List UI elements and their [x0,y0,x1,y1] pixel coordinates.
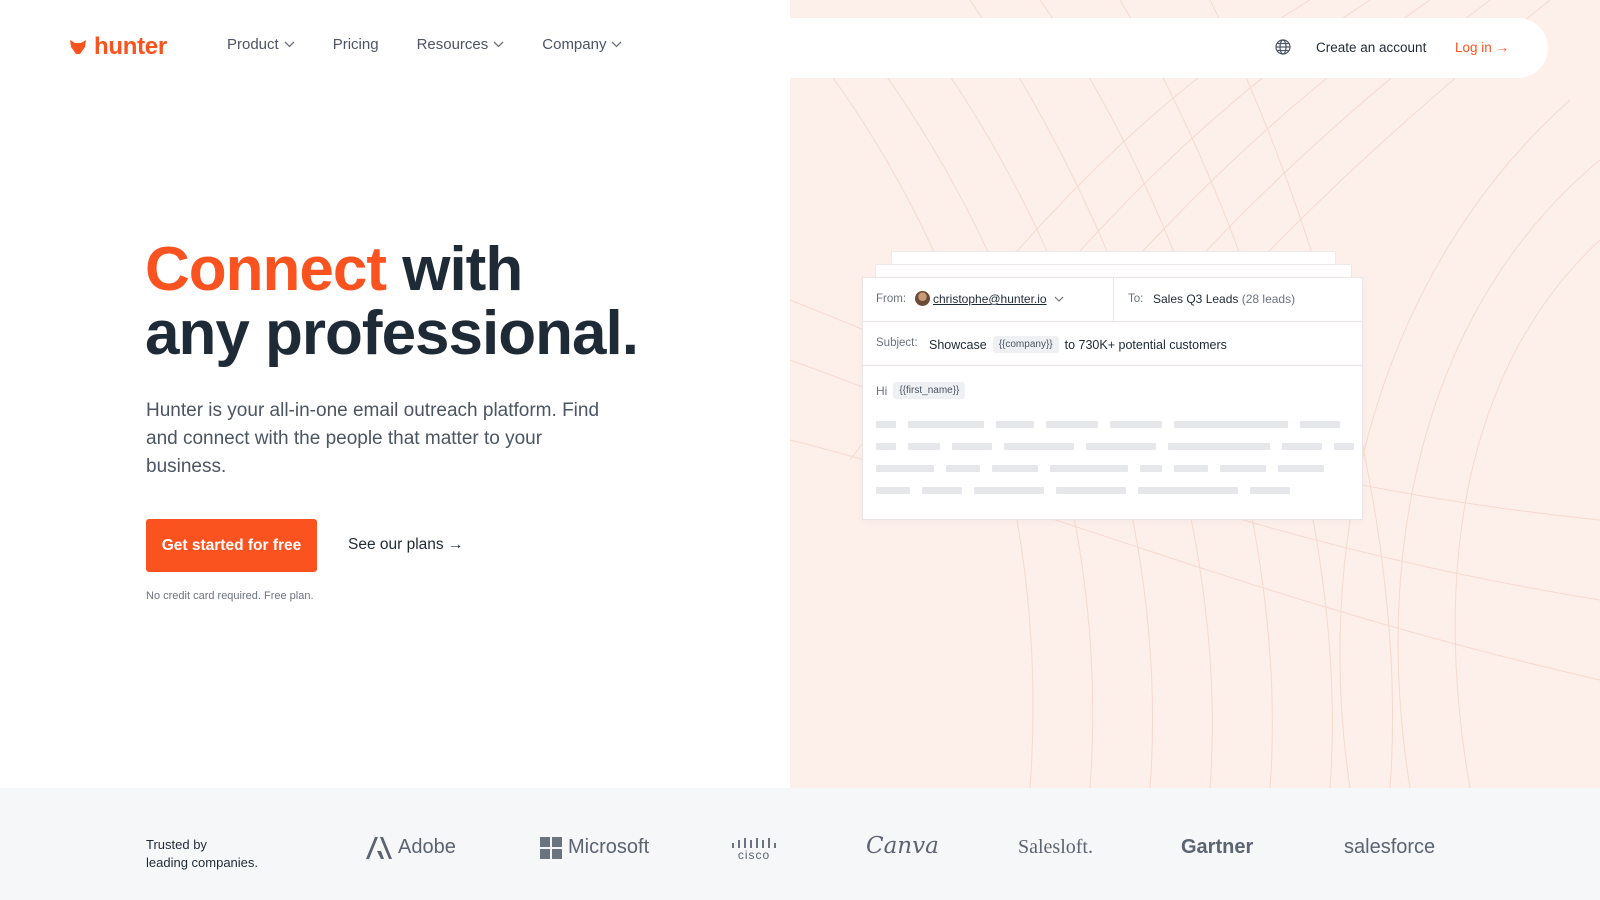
chevron-down-icon[interactable] [1054,296,1064,302]
nav-product[interactable]: Product [227,36,295,53]
nav-pricing[interactable]: Pricing [333,36,379,53]
placeholder-line [1300,421,1340,428]
headline-line-2: any professional. [145,299,639,368]
placeholder-line [1110,421,1162,428]
placeholder-line [876,443,896,450]
create-account-link[interactable]: Create an account [1316,40,1426,55]
headline-rest: with [386,235,523,304]
avatar [915,291,930,306]
from-email[interactable]: christophe@hunter.io [933,292,1047,306]
trusted-line-1: Trusted by [146,837,207,852]
placeholder-line [1174,421,1288,428]
placeholder-line [1050,465,1128,472]
placeholder-line [946,465,980,472]
hunter-logo[interactable]: hunter [68,33,167,61]
adobe-logo: Adobe [366,836,456,859]
cisco-bars-icon [732,838,776,848]
email-compose-card: From: christophe@hunter.io To: Sales Q3 … [862,277,1363,520]
placeholder-line [876,465,934,472]
cisco-text: cisco [737,848,771,862]
greeting: Hi [876,383,888,398]
placeholder-line [952,443,992,450]
chevron-down-icon [493,41,504,48]
subject-row: Subject: Showcase {{company}} to 730K+ p… [863,322,1362,366]
placeholder-line [1220,465,1266,472]
salesforce-logo: salesforce [1344,836,1435,859]
placeholder-line [922,487,962,494]
main-nav: Product Pricing Resources Company [227,36,622,53]
first-name-variable-tag: {{first_name}} [893,382,966,399]
canva-logo: Canva [866,833,939,859]
no-credit-card-note: No credit card required. Free plan. [146,590,314,602]
nav-pricing-label: Pricing [332,36,379,53]
salesforce-text: salesforce [1344,836,1436,858]
hero-headline: Connect with any professional. [145,235,639,368]
trusted-line-2: leading companies. [146,855,259,870]
nav-product-label: Product [227,36,279,53]
subject-label: Subject: [876,337,918,349]
login-link[interactable]: Log in → [1455,40,1509,55]
placeholder-line [1004,443,1074,450]
subject-prefix: Showcase [929,337,987,352]
to-lead-count: (28 leads) [1241,292,1296,306]
nav-resources-label: Resources [416,36,489,53]
salesloft-text: Salesloft. [1018,836,1093,858]
placeholder-line [1056,487,1126,494]
placeholder-line [876,421,896,428]
nav-company[interactable]: Company [542,36,622,53]
see-plans-link[interactable]: See our plans → [348,536,463,554]
salesloft-logo: Salesloft. [1018,836,1093,859]
placeholder-line [1168,443,1270,450]
from-label: From: [876,293,907,305]
adobe-icon [366,836,392,859]
placeholder-line [996,421,1034,428]
placeholder-line [1282,443,1322,450]
hero-subtext: Hunter is your all-in-one email outreach… [146,400,600,477]
to-list-name: Sales Q3 Leads [1153,292,1239,306]
placeholder-line [992,465,1038,472]
get-started-button[interactable]: Get started for free [146,519,317,572]
from-to-row: From: christophe@hunter.io To: Sales Q3 … [863,278,1362,322]
placeholder-line [974,487,1044,494]
company-variable-tag: {{company}} [992,336,1059,353]
nav-company-label: Company [542,36,607,53]
chevron-down-icon [284,41,295,48]
placeholder-line [1278,465,1324,472]
subject-suffix: to 730K+ potential customers [1064,337,1227,352]
to-label: To: [1128,293,1144,305]
to-recipients: Sales Q3 Leads (28 leads) [1153,292,1295,306]
headline-accent: Connect [145,235,387,304]
placeholder-line [1046,421,1098,428]
logo-text: hunter [94,33,167,60]
placeholder-line [908,443,940,450]
placeholder-line [1334,443,1354,450]
placeholder-line [1086,443,1156,450]
placeholder-line [1174,465,1208,472]
trusted-by-text: Trusted by leading companies. [146,836,258,872]
header-right-bar [790,18,1548,78]
nav-resources[interactable]: Resources [417,36,505,53]
placeholder-line [876,487,910,494]
gartner-logo: Gartner [1181,836,1253,859]
placeholder-line [1140,465,1162,472]
globe-icon[interactable] [1274,38,1292,56]
chevron-down-icon [612,41,622,48]
gartner-text: Gartner [1181,836,1254,858]
greeting-line: Hi {{first_name}} [876,382,966,399]
adobe-text: Adobe [398,836,456,858]
microsoft-text: Microsoft [568,836,650,858]
placeholder-line [1250,487,1290,494]
canva-text: Canva [866,833,939,859]
microsoft-icon [540,836,562,859]
placeholder-line [908,421,984,428]
microsoft-logo: Microsoft [540,836,649,859]
subject-text: Showcase {{company}} to 730K+ potential … [929,336,1227,353]
placeholder-line [1138,487,1238,494]
cisco-logo: cisco [732,838,776,862]
row-divider [1113,278,1114,322]
hunter-fox-icon [70,40,86,54]
